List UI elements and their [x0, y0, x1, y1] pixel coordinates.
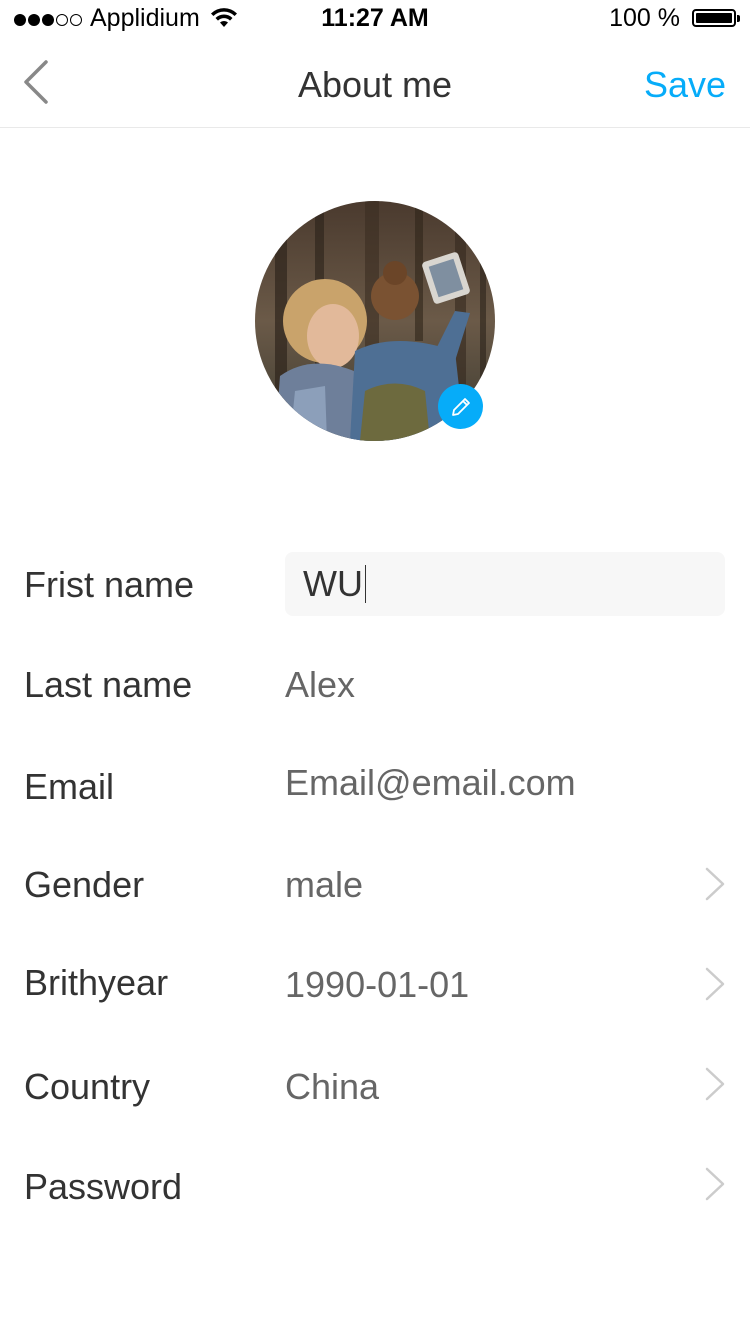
chevron-right-icon: [705, 867, 725, 901]
last-name-label: Last name: [24, 664, 193, 705]
country-label: Country: [24, 1066, 151, 1107]
password-label: Password: [24, 1166, 183, 1207]
text-cursor: [364, 565, 367, 604]
status-bar: Applidium 11:27 AM 100 %: [0, 0, 750, 40]
edit-avatar-button[interactable]: [438, 384, 483, 429]
navigation-bar: About me Save: [0, 40, 750, 128]
battery-percentage: 100 %: [609, 4, 680, 32]
country-row[interactable]: Country China: [0, 1052, 750, 1116]
first-name-input[interactable]: WU: [285, 552, 725, 616]
first-name-row: Frist name WU: [0, 552, 750, 616]
first-name-label: Frist name: [24, 564, 195, 605]
birthyear-label: Brithyear: [24, 962, 169, 1003]
first-name-value: WU: [303, 563, 363, 604]
password-row[interactable]: Password: [0, 1152, 750, 1216]
battery-icon: [692, 9, 740, 27]
chevron-right-icon: [705, 1167, 725, 1201]
email-value[interactable]: Email@email.com: [285, 762, 576, 804]
country-value: China: [285, 1066, 380, 1107]
gender-row[interactable]: Gender male: [0, 852, 750, 916]
birthyear-row[interactable]: Brithyear 1990-01-01: [0, 952, 750, 1016]
last-name-row[interactable]: Last name Alex: [0, 652, 750, 716]
gender-label: Gender: [24, 864, 145, 905]
chevron-right-icon: [705, 967, 725, 1001]
gender-value: male: [285, 864, 364, 905]
email-label: Email: [24, 766, 115, 807]
save-button[interactable]: Save: [644, 64, 726, 106]
pencil-icon: [451, 397, 470, 416]
email-row[interactable]: Email Email@email.com: [0, 752, 750, 816]
page-title: About me: [297, 64, 453, 105]
last-name-value[interactable]: Alex: [285, 664, 355, 706]
birthyear-value: 1990-01-01: [285, 964, 470, 1005]
chevron-right-icon: [705, 1067, 725, 1101]
